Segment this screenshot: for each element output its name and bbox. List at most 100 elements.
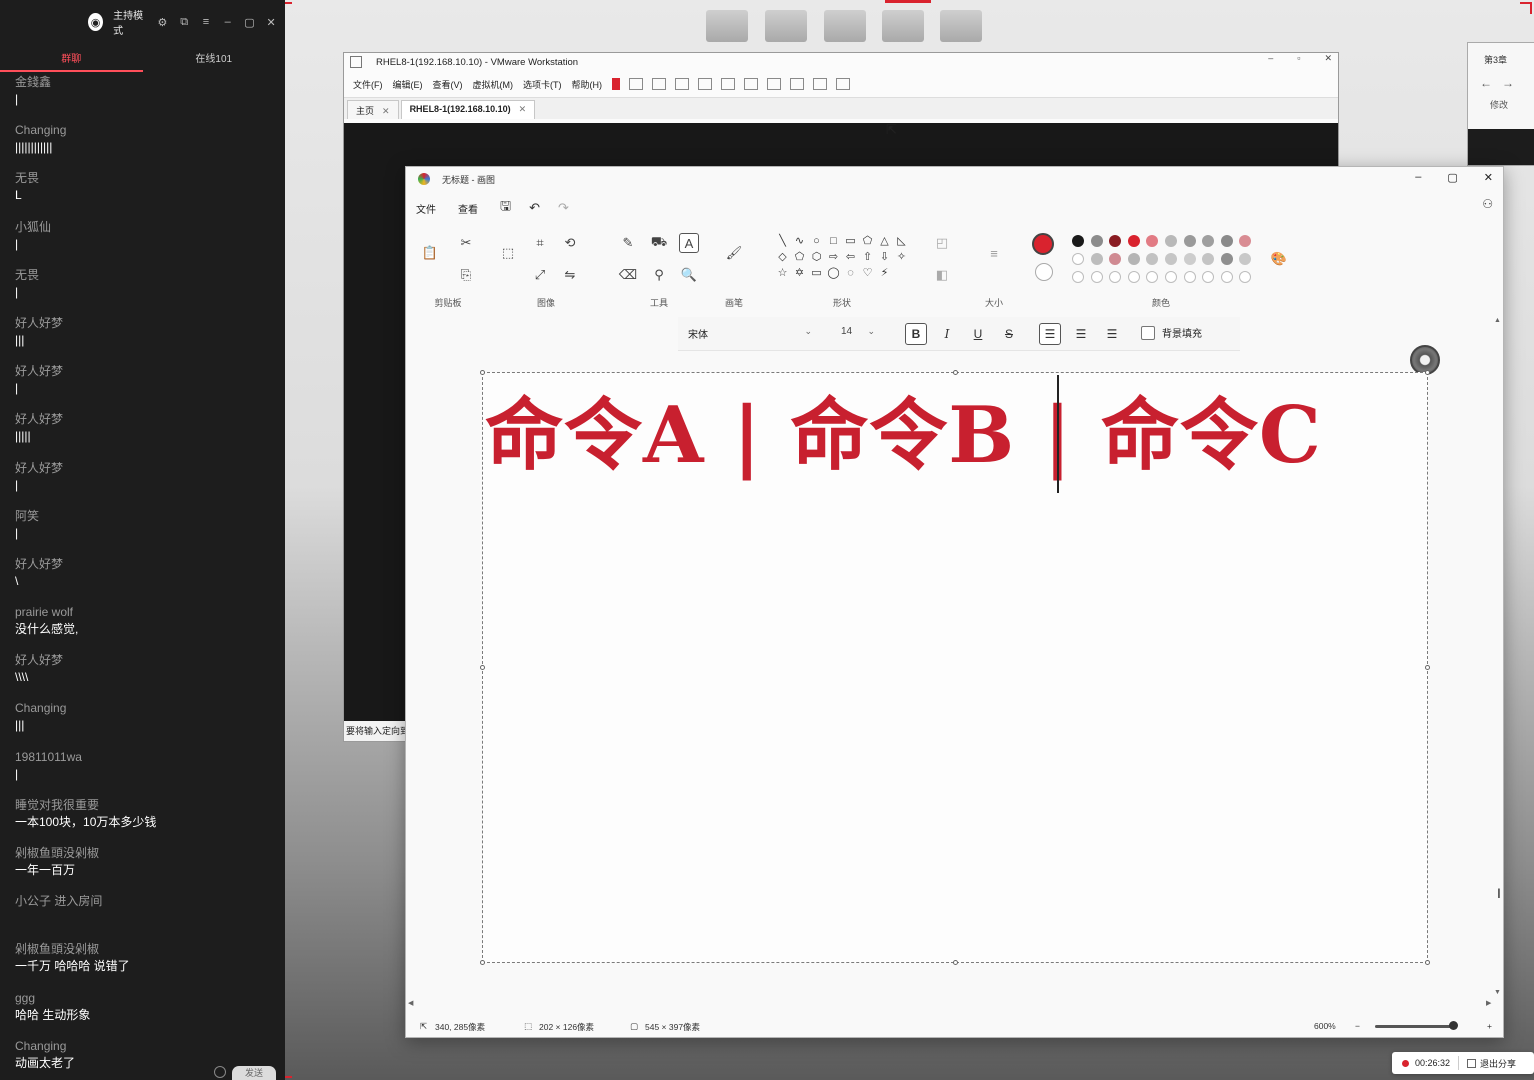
scroll-right-icon[interactable]: ▶ <box>1486 999 1491 1007</box>
oval-shape-icon[interactable]: ○ <box>810 235 823 248</box>
minimize-icon[interactable]: – <box>1268 53 1273 64</box>
magnifier-icon[interactable]: 🔍 <box>679 265 699 285</box>
triangle-shape-icon[interactable]: △ <box>878 235 891 248</box>
tab-group-chat[interactable]: 群聊 <box>0 50 143 72</box>
copy-icon[interactable]: ⎘ <box>456 265 476 285</box>
palette-color-swatch[interactable] <box>1127 253 1140 265</box>
up-arrow-shape-icon[interactable]: ⇧ <box>861 251 874 264</box>
redo-icon[interactable]: ↷ <box>558 200 569 216</box>
back-icon[interactable]: ← <box>1480 76 1502 90</box>
oval-callout-shape-icon[interactable]: ◯ <box>827 267 840 280</box>
desktop-folder-icon[interactable] <box>824 10 866 42</box>
palette-color-swatch[interactable] <box>1202 253 1215 265</box>
font-size-select[interactable]: 14 ⌄ <box>833 323 881 343</box>
select-icon[interactable]: ⬚ <box>498 243 518 263</box>
palette-color-swatch[interactable] <box>1202 271 1215 283</box>
palette-color-swatch[interactable] <box>1109 235 1122 247</box>
chat-message-author[interactable]: 好人好梦 <box>15 556 280 572</box>
align-left-button[interactable]: ☰ <box>1039 323 1061 345</box>
palette-color-swatch[interactable] <box>1109 271 1122 283</box>
edit-colors-icon[interactable]: 🎨 <box>1269 249 1289 269</box>
close-icon[interactable]: ✕ <box>382 106 390 116</box>
tab-home[interactable]: 主页 ✕ <box>347 100 399 119</box>
close-icon[interactable]: ✕ <box>519 104 527 114</box>
palette-color-swatch[interactable] <box>1239 235 1252 247</box>
browser-tab-title[interactable]: 第3章 <box>1468 43 1534 66</box>
maximize-icon[interactable]: ▫ <box>1297 53 1300 64</box>
console-view-icon[interactable] <box>813 78 827 90</box>
paste-icon[interactable]: 📋 <box>420 243 440 263</box>
eraser-icon[interactable]: ⌫ <box>618 265 638 285</box>
palette-color-swatch[interactable] <box>1072 253 1084 265</box>
menu-view[interactable]: 查看 <box>458 201 478 216</box>
flip-icon[interactable]: ⇋ <box>560 265 580 285</box>
menu-help[interactable]: 帮助(H) <box>572 78 603 91</box>
rect-callout-shape-icon[interactable]: ▭ <box>810 267 823 280</box>
palette-color-swatch[interactable] <box>1072 235 1084 247</box>
palette-color-swatch[interactable] <box>1183 271 1196 283</box>
revert-snapshot-icon[interactable] <box>675 78 689 90</box>
hexagon-shape-icon[interactable]: ⬡ <box>810 251 823 264</box>
sidebar-toggle-icon[interactable] <box>721 78 735 90</box>
resize-handle[interactable] <box>953 370 958 375</box>
close-icon[interactable]: ✕ <box>1484 171 1493 184</box>
browser-edit-label[interactable]: 修改 <box>1468 90 1534 111</box>
horizontal-scrollbar[interactable]: ◀ ▶ <box>408 999 1498 1009</box>
unity-icon[interactable] <box>790 78 804 90</box>
chat-message-author[interactable]: 好人好梦 <box>15 363 280 379</box>
chat-message-author[interactable]: 无畏 <box>15 170 280 186</box>
save-icon[interactable]: 🖫 <box>500 197 511 219</box>
resize-icon[interactable]: ⤢ <box>530 265 550 285</box>
desktop-folder-icon[interactable] <box>765 10 807 42</box>
menu-tabs[interactable]: 选项卡(T) <box>523 78 562 91</box>
undo-icon[interactable]: ↶ <box>529 200 540 216</box>
rounded-rectangle-shape-icon[interactable]: ▭ <box>844 235 857 248</box>
resize-handle[interactable] <box>480 960 485 965</box>
cloud-callout-shape-icon[interactable]: ◌ <box>844 267 857 280</box>
align-right-button[interactable]: ☰ <box>1101 323 1123 345</box>
desktop-folder-icon[interactable] <box>940 10 982 42</box>
chat-message-author[interactable]: 金錢鑫 <box>15 74 280 90</box>
canvas-text[interactable]: 命令A | 命令B | 命令C <box>485 381 1322 491</box>
text-tool-icon[interactable]: A <box>679 233 699 253</box>
resize-handle[interactable] <box>1425 370 1430 375</box>
chat-message-author[interactable]: 好人好梦 <box>15 411 280 427</box>
close-icon[interactable]: ✕ <box>265 16 277 29</box>
chat-message-author[interactable]: 剁椒鱼頭没剁椒 <box>15 845 280 861</box>
palette-color-swatch[interactable] <box>1127 235 1140 247</box>
chat-message-author[interactable]: 小狐仙 <box>15 219 280 235</box>
chat-message-author[interactable]: Changing <box>15 122 280 138</box>
color-picker-icon[interactable]: ⚲ <box>649 265 669 285</box>
bold-button[interactable]: B <box>905 323 927 345</box>
rotate-icon[interactable]: ⟲ <box>560 233 580 253</box>
heart-shape-icon[interactable]: ♡ <box>861 267 874 280</box>
lightning-shape-icon[interactable]: ⚡ <box>878 267 891 280</box>
menu-file[interactable]: 文件(F) <box>353 78 383 91</box>
right-arrow-shape-icon[interactable]: ⇨ <box>827 251 840 264</box>
palette-color-swatch[interactable] <box>1127 271 1140 283</box>
rectangle-shape-icon[interactable]: □ <box>827 235 840 248</box>
resize-handle[interactable] <box>1425 960 1430 965</box>
chat-message-author[interactable]: 好人好梦 <box>15 315 280 331</box>
brush-icon[interactable]: 🖌 <box>724 243 744 263</box>
background-fill-checkbox[interactable]: 背景填充 <box>1141 325 1202 340</box>
chat-message-author[interactable]: 19811011wa <box>15 749 280 765</box>
close-icon[interactable]: ✕ <box>1324 53 1332 64</box>
zoom-out-icon[interactable]: − <box>1355 1021 1360 1031</box>
minimize-icon[interactable]: – <box>1415 171 1421 184</box>
diamond-shape-icon[interactable]: ◇ <box>776 251 789 264</box>
line-shape-icon[interactable]: ╲ <box>776 235 789 248</box>
stretch-guest-icon[interactable] <box>836 78 850 90</box>
six-point-star-shape-icon[interactable]: ✡ <box>793 267 806 280</box>
palette-color-swatch[interactable] <box>1239 253 1252 265</box>
italic-button[interactable]: I <box>936 323 958 345</box>
chat-message-author[interactable]: Changing <box>15 1038 280 1054</box>
exit-share-button[interactable]: 退出分享 <box>1480 1057 1516 1070</box>
palette-color-swatch[interactable] <box>1090 271 1103 283</box>
tab-rhel8-vm[interactable]: RHEL8-1(192.168.10.10) ✕ <box>400 100 536 119</box>
palette-color-swatch[interactable] <box>1165 253 1177 265</box>
palette-color-swatch[interactable] <box>1220 271 1233 283</box>
chat-message-author[interactable]: 无畏 <box>15 267 280 283</box>
vertical-scrollbar[interactable]: ▲ ▼ <box>1494 317 1502 1007</box>
resize-handle[interactable] <box>1425 665 1430 670</box>
